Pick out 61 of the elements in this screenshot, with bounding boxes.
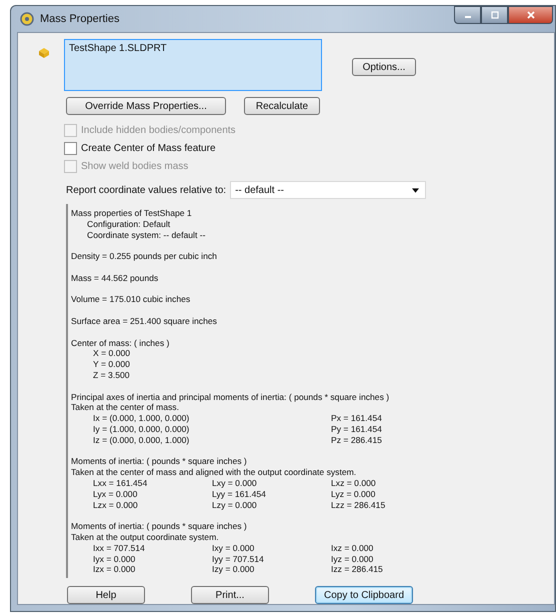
checkbox[interactable]: Create Center of Mass feature	[64, 142, 216, 155]
coordinate-dropdown[interactable]: -- default --	[230, 181, 426, 199]
result-line: Mass properties of TestShape 1	[71, 208, 193, 219]
result-line: Density = 0.255 pounds per cubic inch	[71, 251, 218, 262]
app-icon	[19, 11, 35, 27]
result-line: Center of mass: ( inches )	[71, 338, 170, 348]
result-value: Lzx = 0.000	[93, 500, 139, 510]
selection-list[interactable]: TestShape 1.SLDPRT	[64, 39, 322, 91]
result-value: Pz = 286.415	[331, 434, 383, 446]
result-value: Iy = (1.000, 0.000, 0.000)	[93, 424, 190, 435]
result-value: Lyy = 161.454	[212, 488, 267, 500]
dialog-button[interactable]: Print...	[191, 586, 269, 604]
result-value: Lzz = 286.415	[331, 500, 386, 510]
coordinate-label: Report coordinate values relative to:	[66, 184, 226, 196]
dialog-button[interactable]: Help	[67, 586, 145, 604]
result-value: Lxy = 0.000	[212, 478, 258, 489]
result-value: Ix = (0.000, 1.000, 0.000)	[93, 413, 190, 424]
close-icon	[526, 10, 536, 20]
result-line: Mass = 44.562 pounds	[71, 272, 160, 284]
result-value: Iz = (0.000, 0.000, 1.000)	[93, 434, 190, 446]
result-value: Ixx = 707.514	[93, 542, 146, 554]
dialog-button[interactable]: Copy to Clipboard	[315, 586, 413, 604]
result-value: Izy = 0.000	[212, 564, 256, 576]
result-line: Principal axes of inertia and principal moments of inertia: ( pounds * square inches )	[71, 392, 390, 402]
result-value: Y = 0.000	[93, 359, 131, 370]
caret-icon	[412, 188, 420, 192]
window-title: Mass Properties	[40, 13, 120, 25]
result-value: Iyy = 707.514	[212, 554, 265, 564]
result-value: Lxx = 161.454	[93, 478, 148, 489]
result-value: Z = 3.500	[93, 370, 131, 381]
result-value: Iyz = 0.000	[331, 554, 374, 564]
part-icon	[36, 45, 52, 61]
result-value: Ixy = 0.000	[212, 542, 256, 554]
result-value: Py = 161.454	[331, 424, 383, 435]
result-value: Px = 161.454	[331, 413, 383, 424]
minimize-button[interactable]	[454, 6, 481, 24]
result-line: Moments of inertia: ( pounds * square inches )	[71, 456, 248, 468]
result-line: Volume = 175.010 cubic inches	[71, 294, 192, 306]
result-line: Taken at the center of mass.	[71, 402, 180, 414]
maximize-icon	[490, 10, 500, 20]
action-button[interactable]: Override Mass Properties...	[66, 97, 226, 115]
result-line: Taken at the output coordinate system.	[71, 532, 220, 543]
result-value: Lyx = 0.000	[93, 488, 138, 500]
action-button[interactable]: Recalculate	[244, 97, 320, 115]
result-value: Lzy = 0.000	[212, 500, 258, 510]
result-value: Lxz = 0.000	[331, 478, 377, 489]
maximize-button[interactable]	[481, 6, 508, 24]
result-value: X = 0.000	[93, 348, 132, 360]
selected-item[interactable]: TestShape 1.SLDPRT	[69, 43, 167, 54]
options-button[interactable]: Options...	[352, 58, 416, 76]
result-line: Moments of inertia: ( pounds * square inches )	[71, 521, 248, 532]
result-line: Surface area = 251.400 square inches	[71, 316, 218, 327]
result-value: Iyx = 0.000	[93, 554, 136, 564]
result-line: Taken at the center of mass and aligned with the output coordinate system.	[71, 467, 358, 478]
result-line: Coordinate system: -- default --	[86, 230, 206, 240]
result-value: Izx = 0.000	[93, 564, 136, 576]
result-value: Lyz = 0.000	[331, 488, 376, 500]
close-button[interactable]	[508, 6, 553, 24]
result-value: Izz = 286.415	[331, 564, 384, 576]
result-value: Ixz = 0.000	[331, 542, 374, 554]
result-line: Configuration: Default	[86, 218, 172, 230]
